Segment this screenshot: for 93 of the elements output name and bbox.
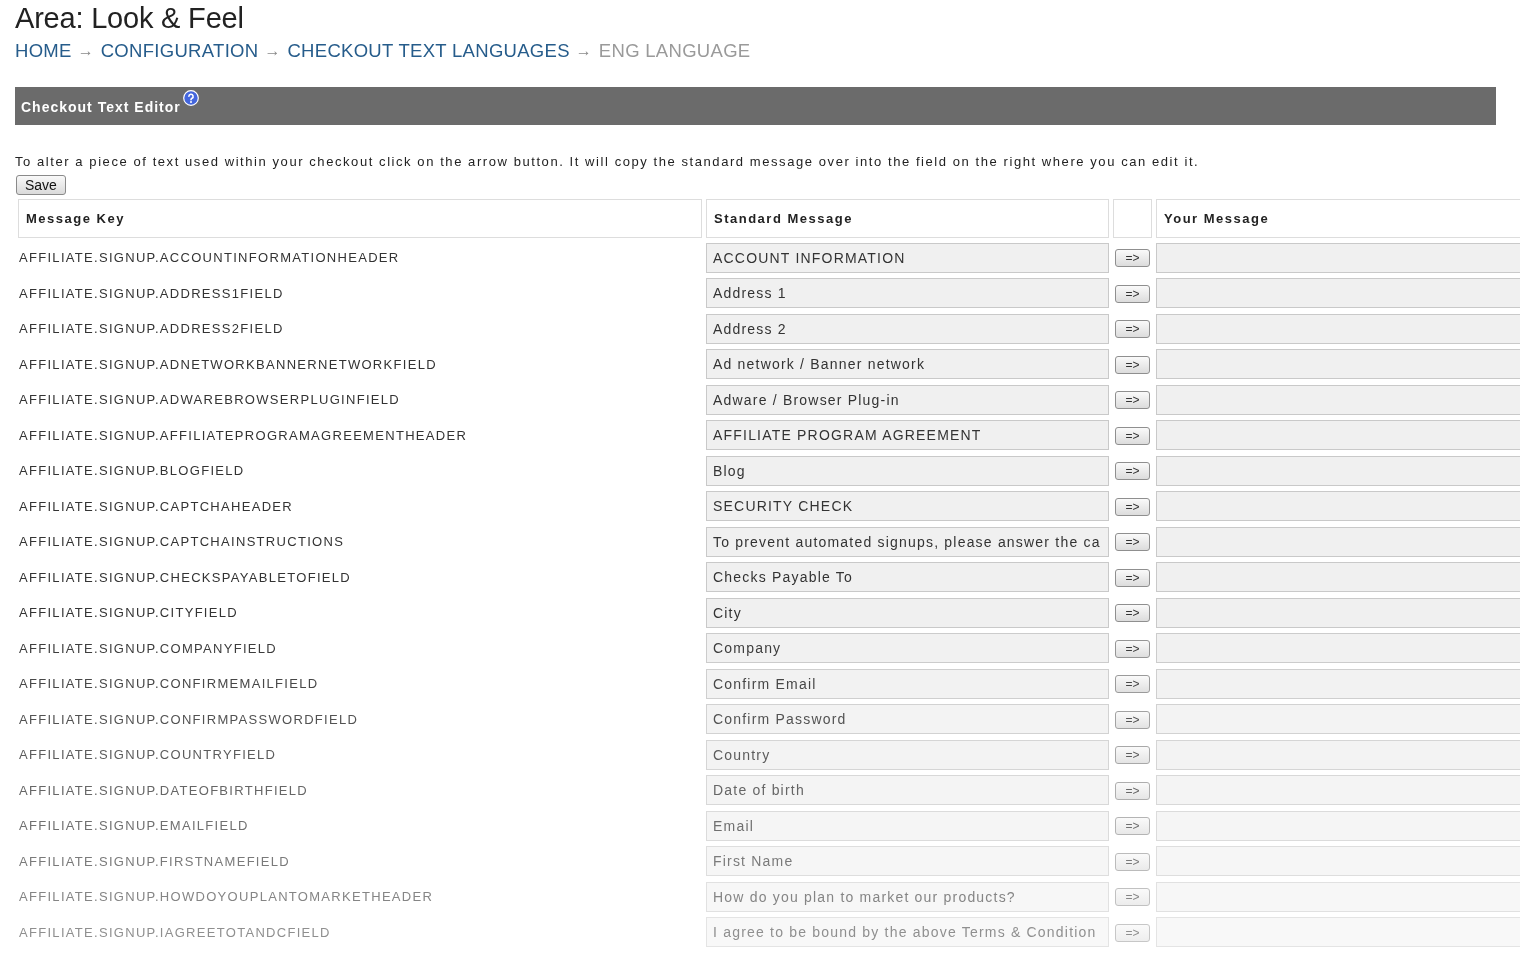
panel-title: Checkout Text Editor (21, 99, 181, 115)
your-message-field[interactable] (1156, 278, 1520, 309)
breadcrumb-arrow: → (77, 42, 94, 60)
copy-button[interactable]: => (1115, 497, 1150, 516)
standard-message-field[interactable]: Confirm Email (706, 668, 1109, 699)
copy-button[interactable]: => (1115, 568, 1150, 587)
message-key: AFFILIATE.SIGNUP.ADWAREBROWSERPLUGINFIELD (19, 392, 400, 408)
column-header: Standard Message (706, 199, 1109, 238)
column-header: Message Key (18, 199, 702, 238)
copy-button[interactable]: => (1115, 249, 1150, 268)
standard-message-field[interactable]: Ad network / Banner network (706, 349, 1109, 380)
standard-message-field[interactable]: Company (706, 633, 1109, 664)
standard-message-field[interactable]: Adware / Browser Plug-in (706, 384, 1109, 415)
standard-message-field[interactable]: Date of birth (706, 775, 1109, 806)
breadcrumb-link[interactable]: CHECKOUT TEXT LANGUAGES (287, 40, 570, 62)
standard-message-field[interactable]: ACCOUNT INFORMATION (706, 242, 1109, 273)
copy-button[interactable]: => (1115, 391, 1150, 410)
standard-message-field[interactable]: Address 1 (706, 278, 1109, 309)
copy-button[interactable]: => (1115, 604, 1150, 623)
blank-column-header (1113, 199, 1152, 238)
your-message-field[interactable] (1156, 704, 1520, 735)
message-key: AFFILIATE.SIGNUP.ADDRESS1FIELD (19, 285, 284, 301)
standard-message-field[interactable]: Confirm Password (706, 704, 1109, 735)
instructions-text: To alter a piece of text used within your checkout click on the arrow button. It will copy the standard message over into the field on the right where you can edit it. (15, 154, 1200, 170)
help-icon[interactable] (182, 90, 199, 106)
your-message-field[interactable] (1156, 384, 1520, 415)
your-message-field[interactable] (1156, 917, 1520, 948)
your-message-field[interactable] (1156, 242, 1520, 273)
message-key: AFFILIATE.SIGNUP.BLOGFIELD (19, 463, 245, 479)
your-message-field[interactable] (1156, 775, 1520, 806)
standard-message-field[interactable]: Address 2 (706, 313, 1109, 344)
breadcrumb-current: ENG LANGUAGE (598, 40, 751, 62)
your-message-field[interactable] (1156, 455, 1520, 486)
message-key: AFFILIATE.SIGNUP.ADDRESS2FIELD (19, 321, 284, 337)
message-key: AFFILIATE.SIGNUP.COMPANYFIELD (19, 640, 278, 656)
standard-message-field[interactable]: How do you plan to market our products? (706, 881, 1109, 912)
column-header: Your Message (1156, 199, 1520, 238)
page-title: Area: Look & Feel (15, 1, 244, 36)
message-key: AFFILIATE.SIGNUP.HOWDOYOUPLANTOMARKETHEADER (19, 889, 434, 905)
message-key: AFFILIATE.SIGNUP.CONFIRMPASSWORDFIELD (19, 711, 359, 727)
your-message-field[interactable] (1156, 526, 1520, 557)
message-key: AFFILIATE.SIGNUP.CITYFIELD (19, 605, 238, 621)
breadcrumb-arrow: → (575, 42, 592, 60)
message-key: AFFILIATE.SIGNUP.CAPTCHAHEADER (19, 498, 293, 514)
copy-button[interactable]: => (1115, 355, 1150, 374)
copy-button[interactable]: => (1115, 817, 1150, 836)
message-key: AFFILIATE.SIGNUP.IAGREETOTANDCFIELD (19, 924, 331, 940)
standard-message-field[interactable]: Email (706, 810, 1109, 841)
save-button[interactable]: Save (16, 175, 66, 195)
message-key: AFFILIATE.SIGNUP.COUNTRYFIELD (19, 747, 277, 763)
breadcrumb-arrow: → (264, 42, 281, 60)
copy-button[interactable]: => (1115, 675, 1150, 694)
your-message-field[interactable] (1156, 349, 1520, 380)
message-key: AFFILIATE.SIGNUP.ADNETWORKBANNERNETWORKFIELD (19, 356, 437, 372)
your-message-field[interactable] (1156, 420, 1520, 451)
standard-message-field[interactable]: City (706, 597, 1109, 628)
standard-message-field[interactable]: First Name (706, 846, 1109, 877)
message-key: AFFILIATE.SIGNUP.EMAILFIELD (19, 818, 249, 834)
copy-button[interactable]: => (1115, 639, 1150, 658)
copy-button[interactable]: => (1115, 781, 1150, 800)
your-message-field[interactable] (1156, 881, 1520, 912)
message-key: AFFILIATE.SIGNUP.FIRSTNAMEFIELD (19, 853, 290, 869)
message-key: AFFILIATE.SIGNUP.DATEOFBIRTHFIELD (19, 782, 308, 798)
standard-message-field[interactable]: Blog (706, 455, 1109, 486)
standard-message-field[interactable]: SECURITY CHECK (706, 491, 1109, 522)
copy-button[interactable]: => (1115, 320, 1150, 339)
your-message-field[interactable] (1156, 846, 1520, 877)
standard-message-field[interactable]: Checks Payable To (706, 562, 1109, 593)
copy-button[interactable]: => (1115, 533, 1150, 552)
message-key: AFFILIATE.SIGNUP.CONFIRMEMAILFIELD (19, 676, 319, 692)
message-key: AFFILIATE.SIGNUP.AFFILIATEPROGRAMAGREEMENTHEADER (19, 427, 468, 443)
standard-message-field[interactable]: To prevent automated signups, please answer the ca (706, 526, 1109, 557)
breadcrumb-link[interactable]: HOME (15, 40, 72, 62)
your-message-field[interactable] (1156, 668, 1520, 699)
your-message-field[interactable] (1156, 810, 1520, 841)
copy-button[interactable]: => (1115, 852, 1150, 871)
copy-button[interactable]: => (1115, 462, 1150, 481)
your-message-field[interactable] (1156, 633, 1520, 664)
copy-button[interactable]: => (1115, 426, 1150, 445)
standard-message-field[interactable]: Country (706, 739, 1109, 770)
message-key: AFFILIATE.SIGNUP.CHECKSPAYABLETOFIELD (19, 569, 351, 585)
your-message-field[interactable] (1156, 491, 1520, 522)
your-message-field[interactable] (1156, 562, 1520, 593)
your-message-field[interactable] (1156, 739, 1520, 770)
your-message-field[interactable] (1156, 313, 1520, 344)
breadcrumb-link[interactable]: CONFIGURATION (100, 40, 259, 62)
copy-button[interactable]: => (1115, 710, 1150, 729)
message-key: AFFILIATE.SIGNUP.CAPTCHAINSTRUCTIONS (19, 534, 345, 550)
copy-button[interactable]: => (1115, 284, 1150, 303)
message-key: AFFILIATE.SIGNUP.ACCOUNTINFORMATIONHEADER (19, 250, 400, 266)
standard-message-field[interactable]: AFFILIATE PROGRAM AGREEMENT (706, 420, 1109, 451)
your-message-field[interactable] (1156, 597, 1520, 628)
copy-button[interactable]: => (1115, 746, 1150, 765)
